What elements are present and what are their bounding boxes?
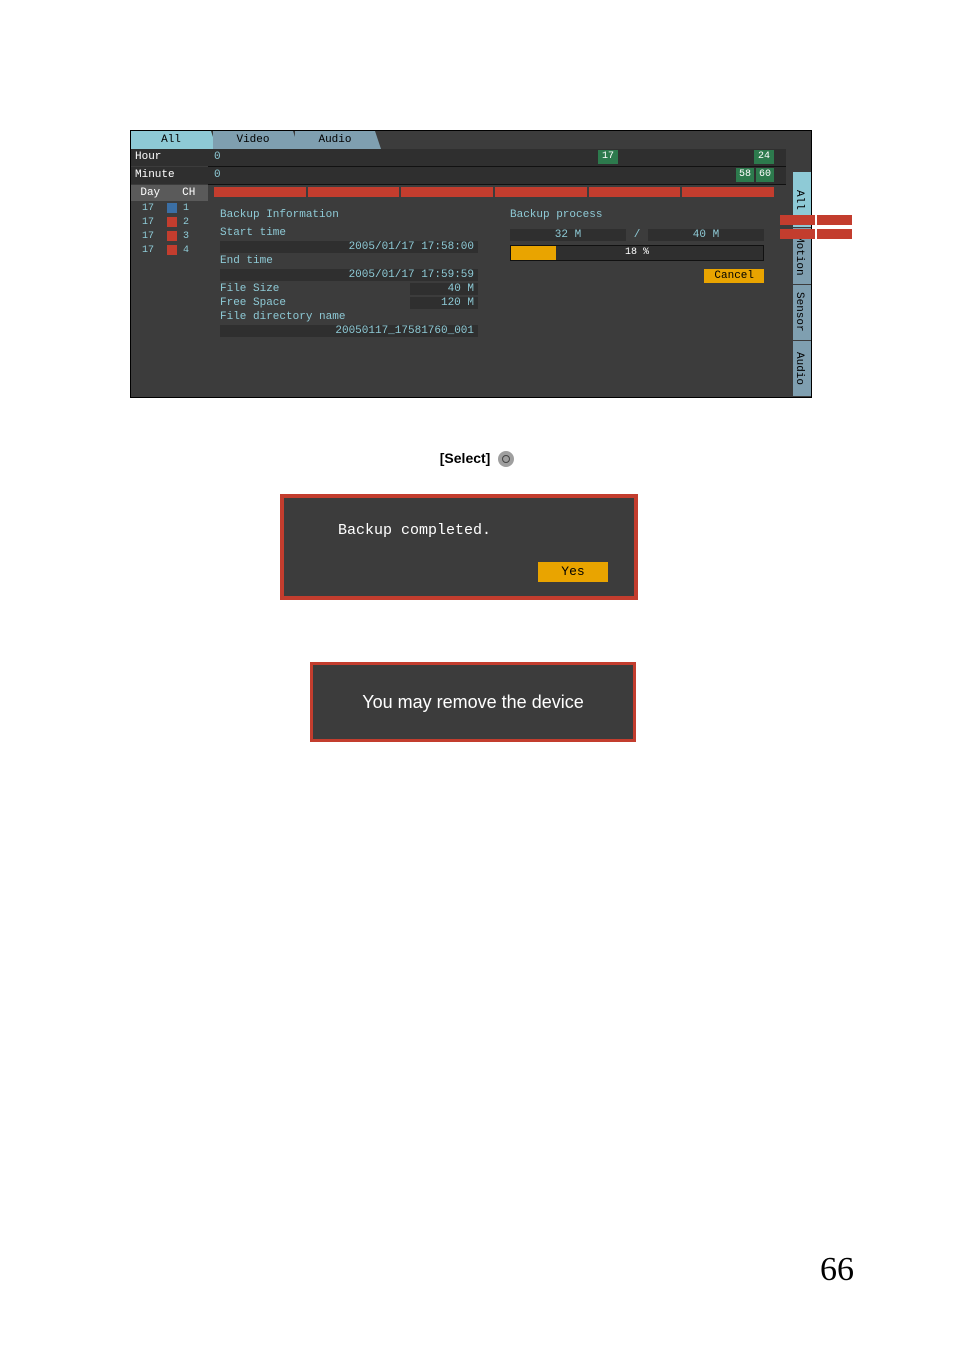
backup-info-panel: Backup Information Start time 2005/01/17… — [214, 203, 484, 339]
progress-text: 18 % — [511, 246, 763, 260]
timeline-stripe — [208, 187, 780, 197]
minute-track[interactable]: 0 58 60 — [208, 167, 786, 185]
backup-completed-text: Backup completed. — [338, 522, 634, 539]
hour-marker-17[interactable]: 17 — [598, 150, 618, 164]
progress-bar: 18 % — [510, 245, 764, 261]
channel-color-icon — [167, 203, 177, 213]
start-time-value: 2005/01/17 17:58:00 — [220, 241, 478, 253]
channel-day: 17 — [131, 203, 165, 214]
dir-name-value: 20050117_17581760_001 — [220, 325, 478, 337]
free-space-label: Free Space — [220, 297, 410, 309]
backup-process-panel: Backup process 32 M / 40 M 18 % Cancel — [504, 203, 770, 283]
backup-info-title: Backup Information — [220, 209, 484, 221]
select-line: [Select] — [0, 450, 954, 467]
timeline-stripe-side — [774, 215, 858, 225]
tab-video[interactable]: Video — [213, 131, 293, 149]
tab-all[interactable]: All — [131, 131, 211, 149]
minute-marker-58[interactable]: 58 — [736, 168, 754, 182]
dvr-window: All Video Audio All Motion Sensor Audio … — [130, 130, 812, 398]
channel-day: 17 — [131, 217, 165, 228]
end-time-value: 2005/01/17 17:59:59 — [220, 269, 478, 281]
process-slash: / — [632, 229, 642, 241]
channel-num: 1 — [179, 203, 193, 214]
free-space-value: 120 M — [410, 297, 478, 309]
rtab-sensor[interactable]: Sensor — [793, 284, 811, 340]
backup-completed-dialog: Backup completed. Yes — [280, 494, 638, 600]
remove-device-dialog: You may remove the device — [310, 662, 636, 742]
channel-num: 2 — [179, 217, 193, 228]
day-header: Day — [131, 185, 170, 201]
hour-label: Hour — [131, 149, 211, 166]
minute-zero: 0 — [214, 169, 221, 181]
channel-row[interactable]: 17 1 — [131, 201, 208, 215]
timeline-stripe-side — [774, 229, 858, 239]
page-number: 66 — [820, 1251, 854, 1289]
remove-device-text: You may remove the device — [362, 692, 583, 713]
start-time-label: Start time — [220, 227, 478, 239]
minute-marker-60[interactable]: 60 — [756, 168, 774, 182]
cancel-button[interactable]: Cancel — [704, 269, 764, 283]
file-size-value: 40 M — [410, 283, 478, 295]
channel-color-icon — [167, 217, 177, 227]
channel-row[interactable]: 17 2 — [131, 215, 208, 229]
minute-label: Minute — [131, 167, 211, 184]
channel-color-icon — [167, 231, 177, 241]
channel-list: 17 1 17 2 17 3 17 4 — [131, 201, 208, 257]
channel-day: 17 — [131, 245, 165, 256]
rtab-audio[interactable]: Audio — [793, 340, 811, 396]
hour-zero: 0 — [214, 151, 221, 163]
process-current: 32 M — [510, 229, 626, 241]
hour-marker-24[interactable]: 24 — [754, 150, 774, 164]
top-tabs: All Video Audio — [131, 131, 811, 149]
end-time-label: End time — [220, 255, 478, 267]
channel-color-icon — [167, 245, 177, 255]
day-ch-header: Day CH — [131, 185, 208, 201]
hour-track[interactable]: 0 17 24 — [208, 149, 786, 167]
main-area: Backup Information Start time 2005/01/17… — [208, 185, 780, 395]
process-total: 40 M — [648, 229, 764, 241]
select-label: [Select] — [440, 450, 491, 466]
channel-day: 17 — [131, 231, 165, 242]
right-tabs: All Motion Sensor Audio — [793, 171, 811, 396]
ch-header: CH — [170, 185, 209, 201]
file-size-label: File Size — [220, 283, 410, 295]
channel-row[interactable]: 17 4 — [131, 243, 208, 257]
channel-num: 4 — [179, 245, 193, 256]
tab-audio[interactable]: Audio — [295, 131, 375, 149]
yes-button[interactable]: Yes — [538, 562, 608, 582]
select-icon — [498, 451, 514, 467]
dir-name-label: File directory name — [220, 311, 478, 323]
channel-row[interactable]: 17 3 — [131, 229, 208, 243]
channel-num: 3 — [179, 231, 193, 242]
backup-process-title: Backup process — [510, 209, 770, 221]
